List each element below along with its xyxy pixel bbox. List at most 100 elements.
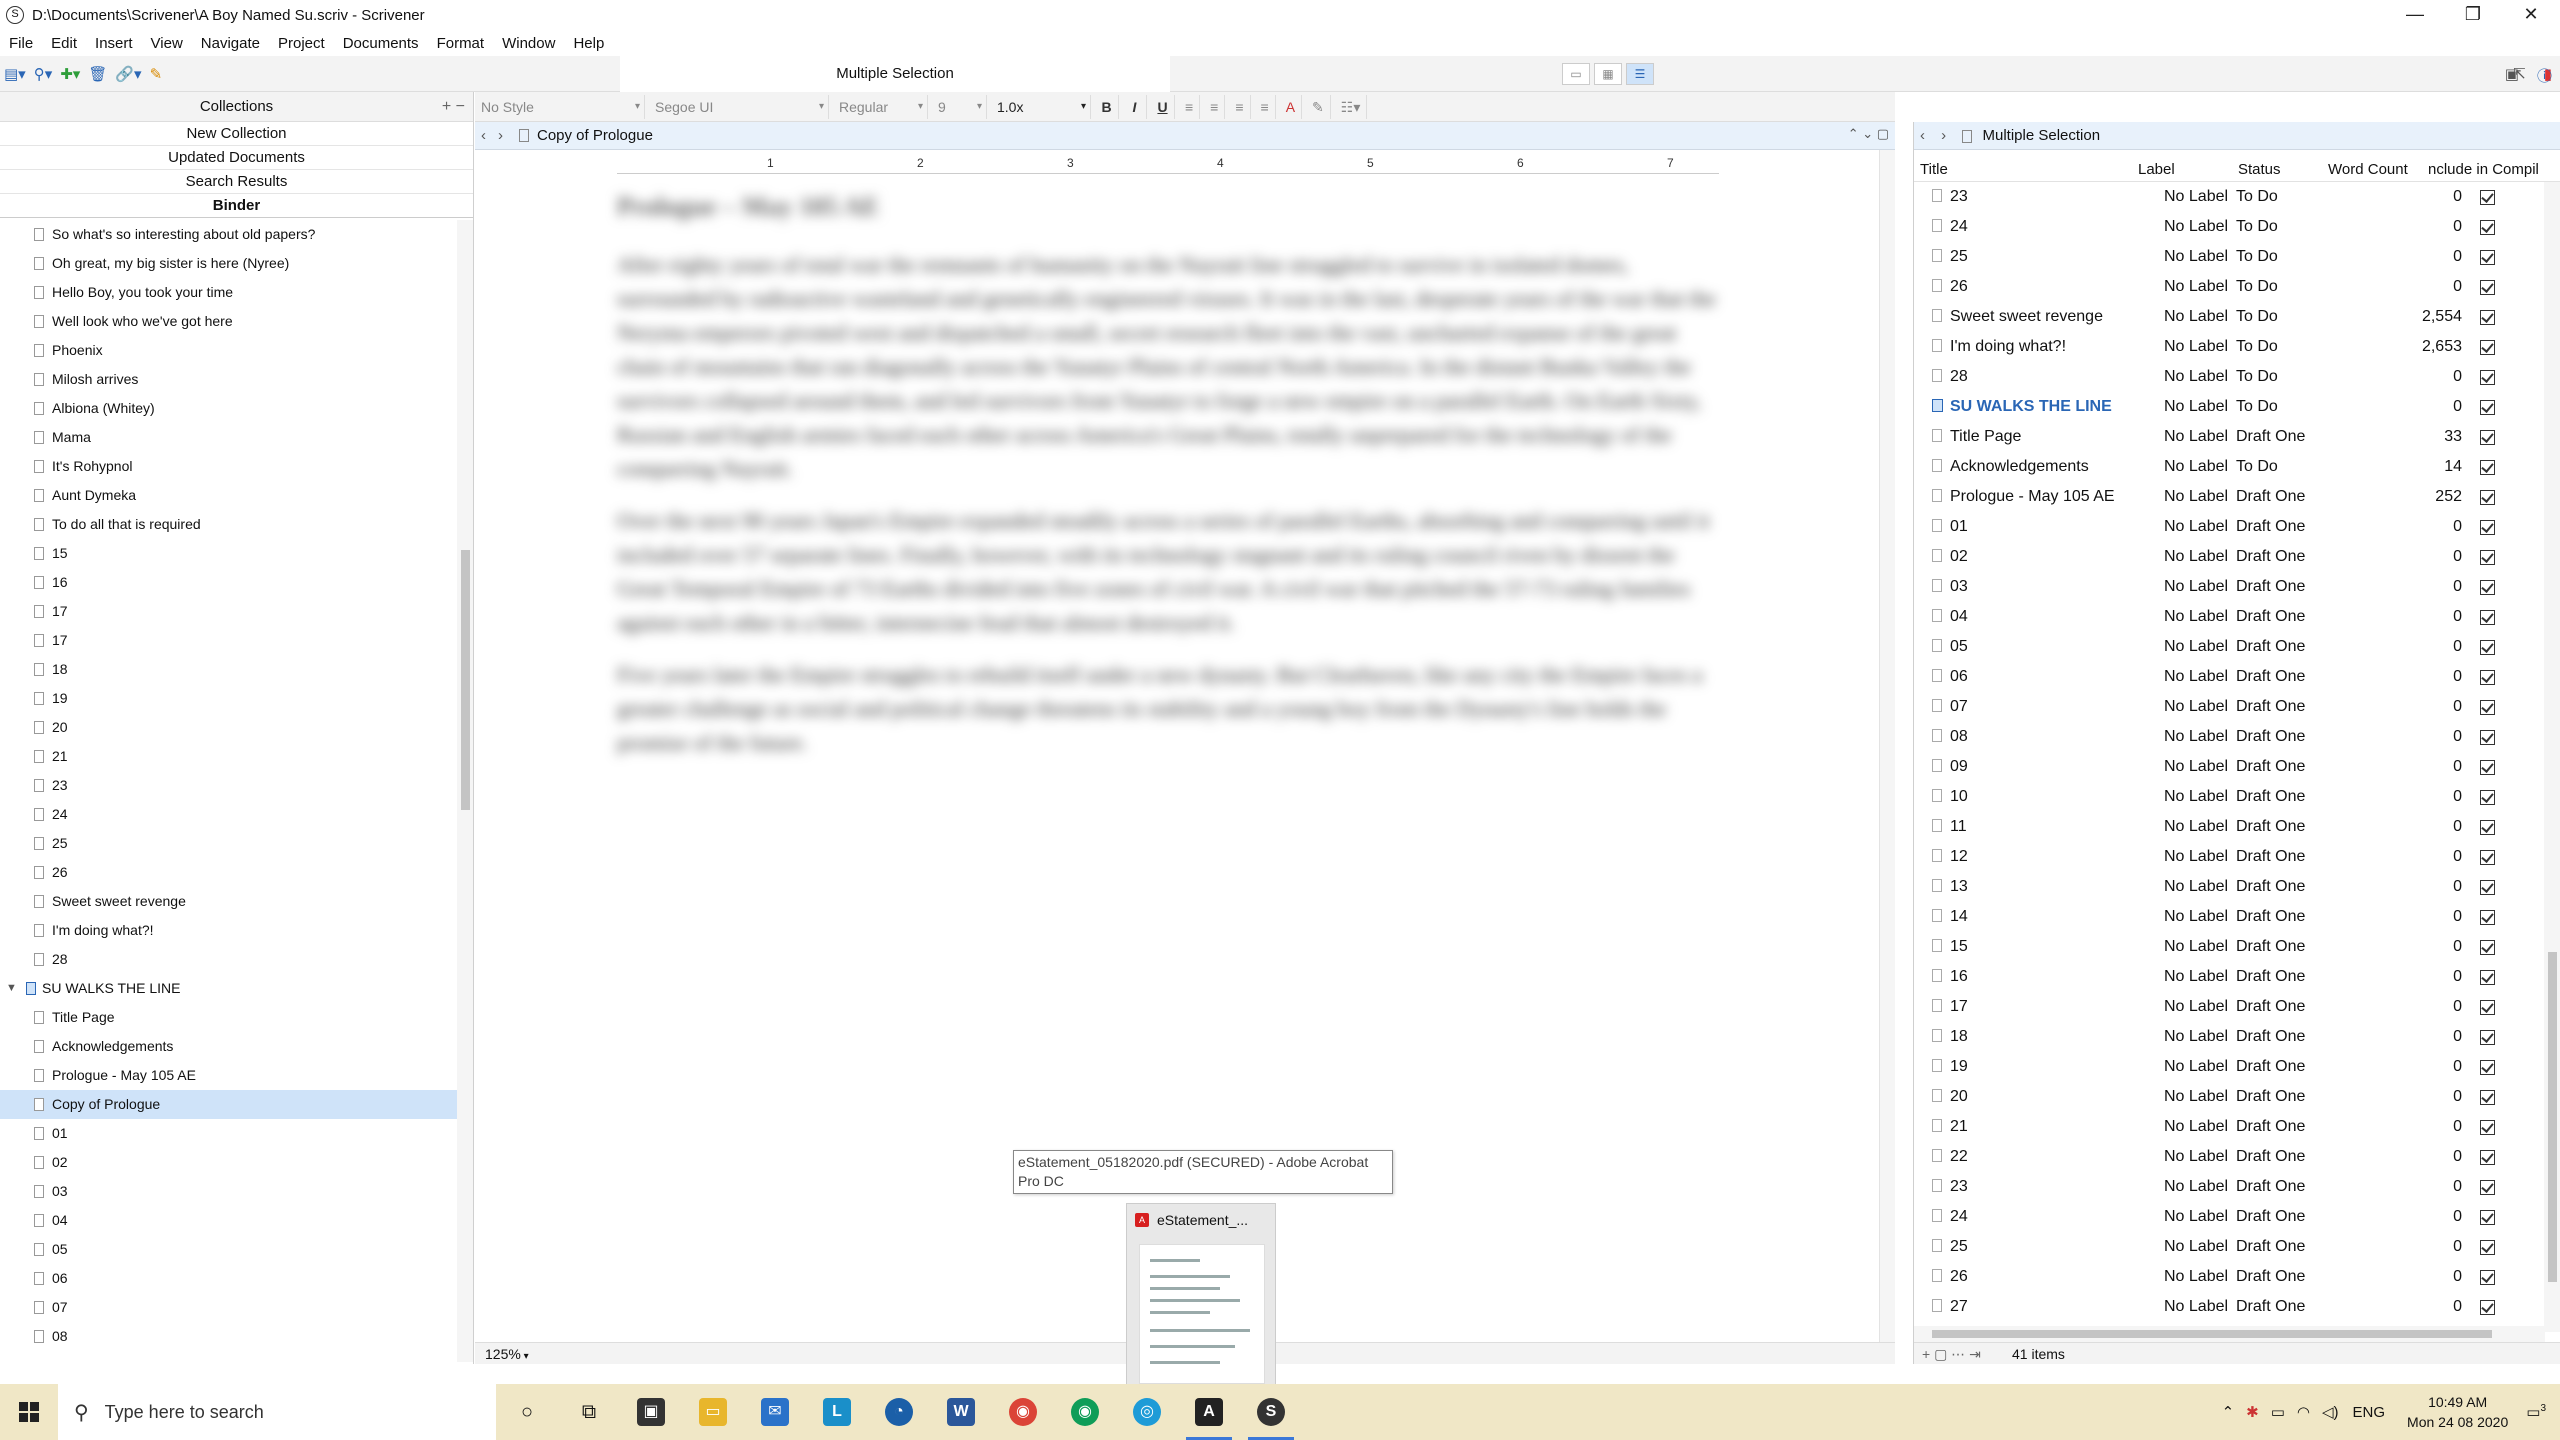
outliner-row[interactable]: 08 No Label Draft One 0 — [1914, 722, 2544, 752]
maximize-button[interactable]: ❐ — [2444, 0, 2502, 30]
zoom-select[interactable]: 125% — [485, 1346, 521, 1362]
outliner-row[interactable]: 01 No Label Draft One 0 — [1914, 512, 2544, 542]
binder-item[interactable]: 16 — [0, 568, 458, 597]
include-in-compile-checkbox[interactable] — [2480, 1300, 2495, 1315]
word-icon[interactable]: W — [930, 1384, 992, 1440]
include-in-compile-checkbox[interactable] — [2480, 880, 2495, 895]
binder-item[interactable]: Sweet sweet revenge — [0, 887, 458, 916]
line-spacing-select[interactable]: 1.0x ▾ — [991, 94, 1091, 119]
include-in-compile-checkbox[interactable] — [2480, 940, 2495, 955]
outliner-row[interactable]: Prologue - May 105 AE No Label Draft One 25… — [1914, 482, 2544, 512]
binder-scrollbar[interactable] — [457, 220, 473, 1362]
binder-item[interactable]: Phoenix — [0, 336, 458, 365]
binder-item[interactable]: 01 — [0, 1119, 458, 1148]
app-l-icon[interactable]: L — [806, 1384, 868, 1440]
volume-icon[interactable]: ◁) — [2322, 1403, 2339, 1421]
include-in-compile-checkbox[interactable] — [2480, 850, 2495, 865]
binder-item[interactable]: To do all that is required — [0, 510, 458, 539]
binder-item[interactable]: 23 — [0, 771, 458, 800]
outliner-row[interactable]: 26 No Label To Do 0 — [1914, 272, 2544, 302]
edit-icon[interactable]: ✎ — [150, 65, 163, 83]
binder-item[interactable]: Milosh arrives — [0, 365, 458, 394]
include-in-compile-checkbox[interactable] — [2480, 520, 2495, 535]
binder-item[interactable]: Copy of Prologue — [0, 1090, 458, 1119]
include-in-compile-checkbox[interactable] — [2480, 970, 2495, 985]
include-in-compile-checkbox[interactable] — [2480, 670, 2495, 685]
link-icon[interactable]: 🔗▾ — [115, 65, 141, 83]
menu-insert[interactable]: Insert — [86, 35, 142, 52]
outliner-row[interactable]: 17 No Label Draft One 0 — [1914, 992, 2544, 1022]
corkboard-view-button[interactable]: ▦ — [1594, 63, 1622, 85]
binder-item[interactable]: 25 — [0, 829, 458, 858]
document-text[interactable]: Prologue – May 105 AE After eighty years… — [617, 192, 1719, 778]
store-icon[interactable]: ▣ — [620, 1384, 682, 1440]
include-in-compile-checkbox[interactable] — [2480, 1030, 2495, 1045]
outliner-row[interactable]: 14 No Label Draft One 0 — [1914, 902, 2544, 932]
minimize-button[interactable]: — — [2386, 0, 2444, 30]
editor-doc-title[interactable]: Copy of Prologue — [537, 127, 653, 144]
binder-item[interactable]: I'm doing what?! — [0, 916, 458, 945]
menu-edit[interactable]: Edit — [42, 35, 86, 52]
list-icon[interactable]: ☷▾ — [1335, 94, 1368, 119]
back-arrow-icon[interactable]: ‹ — [481, 127, 486, 144]
include-in-compile-checkbox[interactable] — [2480, 580, 2495, 595]
forward-arrow-icon[interactable]: › — [1941, 127, 1946, 144]
italic-button[interactable]: I — [1123, 94, 1147, 119]
include-in-compile-checkbox[interactable] — [2480, 220, 2495, 235]
outliner-row[interactable]: 19 No Label Draft One 0 — [1914, 1052, 2544, 1082]
tray-app-icon[interactable]: ✱ — [2246, 1403, 2259, 1421]
binder-item[interactable]: 21 — [0, 742, 458, 771]
outliner-row[interactable]: 25 No Label To Do 0 — [1914, 242, 2544, 272]
binder-item[interactable]: Well look who we've got here — [0, 307, 458, 336]
trash-icon[interactable]: 🗑 — [88, 65, 107, 83]
outliner-row[interactable]: 04 No Label Draft One 0 — [1914, 602, 2544, 632]
inspector-icon[interactable]: ⓘ — [2537, 65, 2552, 86]
add-collection-button[interactable]: + − — [442, 92, 465, 122]
binder-item[interactable]: 07 — [0, 1293, 458, 1322]
include-in-compile-checkbox[interactable] — [2480, 1270, 2495, 1285]
ruler[interactable]: 1 2 3 4 5 6 7 — [617, 154, 1719, 174]
binder-item[interactable]: Aunt Dymeka — [0, 481, 458, 510]
column-include-in-compile[interactable]: nclude in Compil — [2428, 161, 2539, 178]
align-left-icon[interactable]: ≡ — [1179, 94, 1201, 119]
outliner-row[interactable]: 25 No Label Draft One 0 — [1914, 1232, 2544, 1262]
binder-item[interactable]: It's Rohypnol — [0, 452, 458, 481]
outliner-row[interactable]: 03 No Label Draft One 0 — [1914, 572, 2544, 602]
include-in-compile-checkbox[interactable] — [2480, 1000, 2495, 1015]
outliner-view-button[interactable]: ☰ — [1626, 63, 1654, 85]
outliner-row[interactable]: 11 No Label Draft One 0 — [1914, 812, 2544, 842]
binder-item[interactable]: 03 — [0, 1177, 458, 1206]
outliner-row[interactable]: 20 No Label Draft One 0 — [1914, 1082, 2544, 1112]
collection-new[interactable]: New Collection — [0, 122, 473, 146]
menu-window[interactable]: Window — [493, 35, 564, 52]
task-view-icon[interactable]: ⧉ — [558, 1384, 620, 1440]
outliner-row[interactable]: 07 No Label Draft One 0 — [1914, 692, 2544, 722]
binder-item[interactable]: Title Page — [0, 1003, 458, 1032]
binder-item[interactable]: 08 — [0, 1322, 458, 1351]
add-icon[interactable]: ✚▾ — [60, 65, 80, 83]
include-in-compile-checkbox[interactable] — [2480, 1180, 2495, 1195]
outliner-row[interactable]: 09 No Label Draft One 0 — [1914, 752, 2544, 782]
align-right-icon[interactable]: ≡ — [1255, 94, 1276, 119]
align-center-icon[interactable]: ≡ — [1204, 94, 1226, 119]
outliner-row[interactable]: 18 No Label Draft One 0 — [1914, 1022, 2544, 1052]
acrobat-taskbar-icon[interactable]: A — [1178, 1384, 1240, 1440]
binder-item[interactable]: 05 — [0, 1235, 458, 1264]
collection-search-results[interactable]: Search Results — [0, 170, 473, 194]
outliner-row[interactable]: SU WALKS THE LINE No Label To Do 0 — [1914, 392, 2544, 422]
network-icon[interactable]: ▭ — [2271, 1403, 2285, 1421]
include-in-compile-checkbox[interactable] — [2480, 1090, 2495, 1105]
outliner-row[interactable]: 21 No Label Draft One 0 — [1914, 1112, 2544, 1142]
outliner-row[interactable]: Acknowledgements No Label To Do 14 — [1914, 452, 2544, 482]
binder-item[interactable]: Oh great, my big sister is here (Nyree) — [0, 249, 458, 278]
binder-item[interactable]: Albiona (Whitey) — [0, 394, 458, 423]
binder-item[interactable]: Hello Boy, you took your time — [0, 278, 458, 307]
view-mode-icon[interactable]: ▤▾ — [4, 65, 26, 83]
menu-file[interactable]: File — [0, 35, 42, 52]
clock[interactable]: 10:49 AM Mon 24 08 2020 — [2407, 1392, 2508, 1432]
taskbar-thumbnail[interactable]: A eStatement_... — [1126, 1203, 1276, 1390]
mail-icon[interactable]: ✉ — [744, 1384, 806, 1440]
include-in-compile-checkbox[interactable] — [2480, 370, 2495, 385]
outliner-hscrollbar[interactable] — [1914, 1326, 2545, 1342]
include-in-compile-checkbox[interactable] — [2480, 820, 2495, 835]
